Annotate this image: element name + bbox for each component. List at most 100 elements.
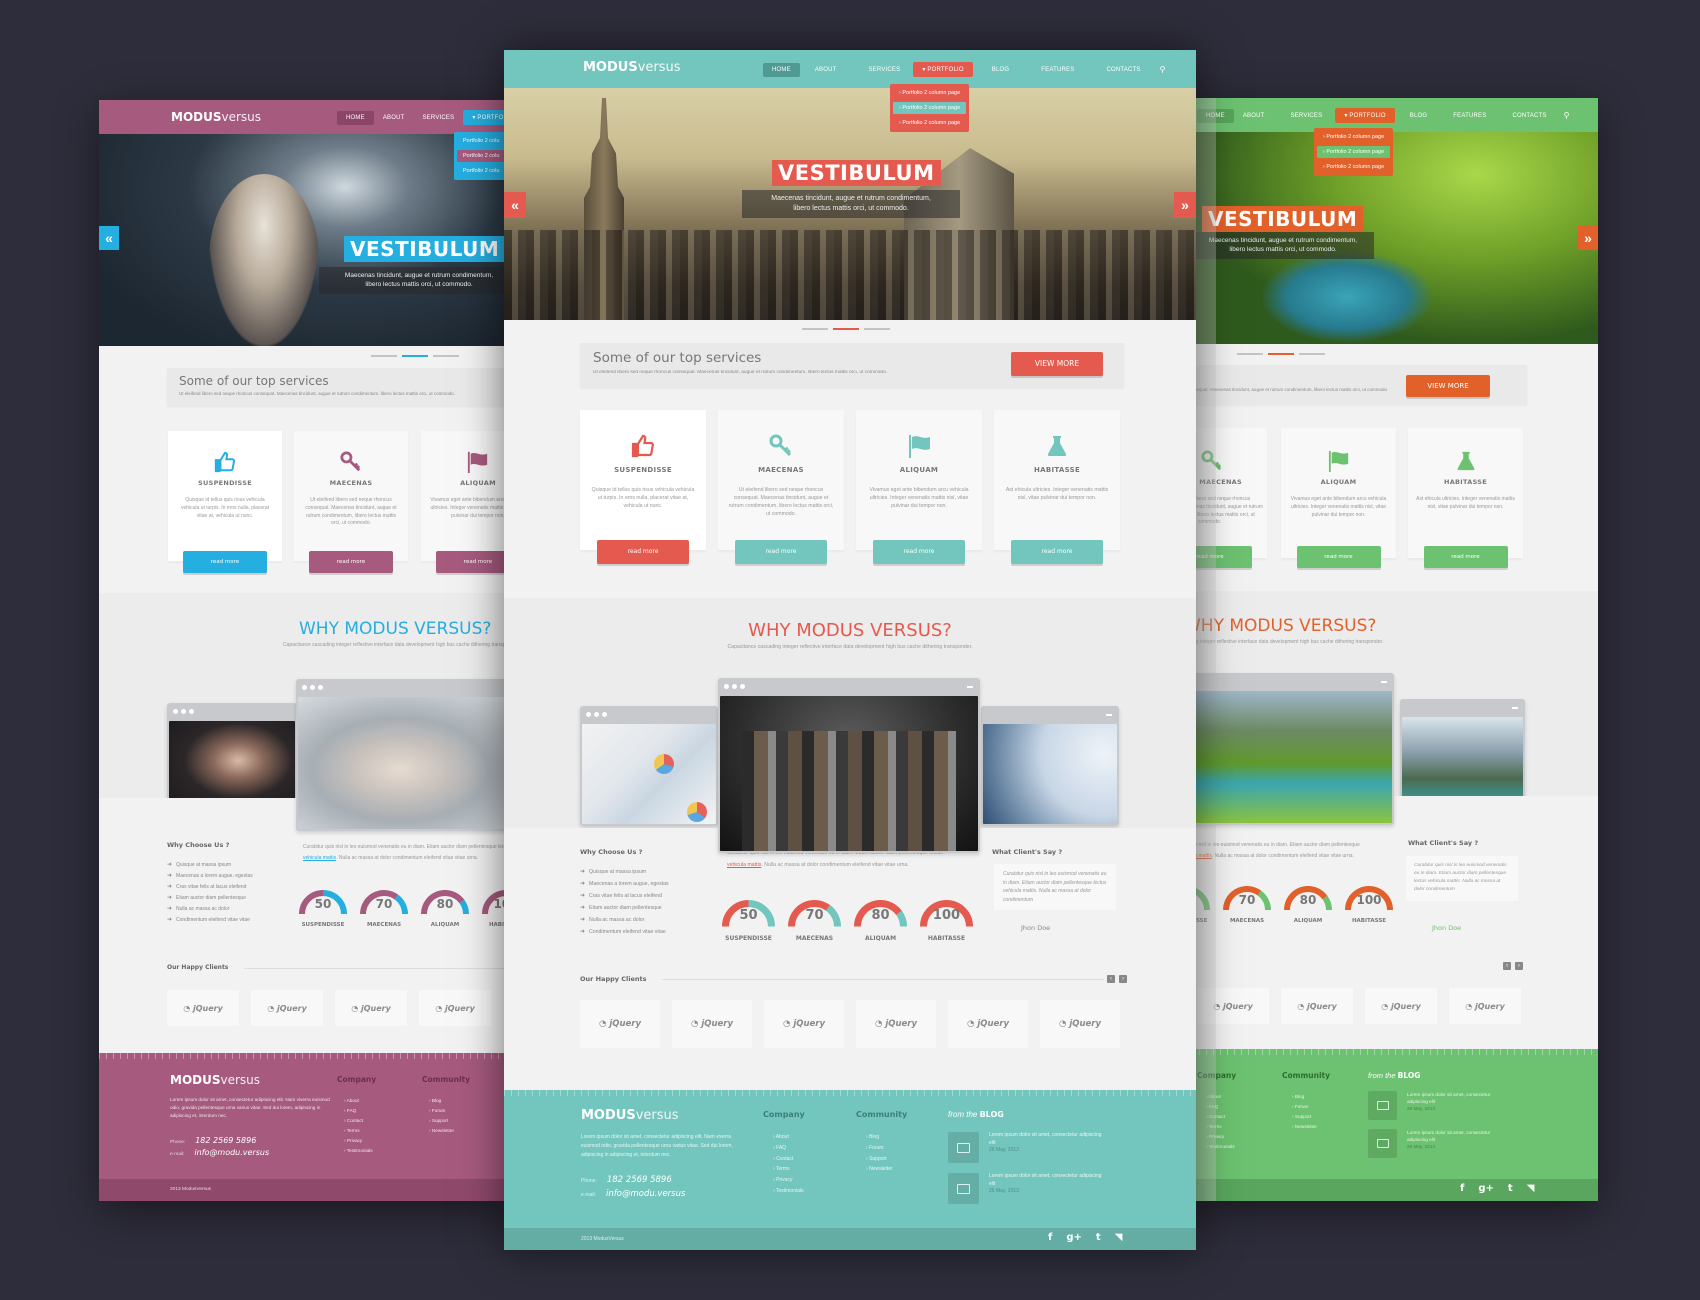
footer-link[interactable]: Support <box>1292 1112 1317 1122</box>
read-more-button[interactable]: read more <box>436 551 509 573</box>
nav-contacts[interactable]: CONTACTS <box>1503 109 1555 123</box>
logo[interactable]: MODUSversus <box>171 110 261 124</box>
nav-services[interactable]: SERVICES <box>859 63 909 77</box>
footer-link[interactable]: Support <box>866 1154 893 1165</box>
footer-link[interactable]: Blog <box>429 1096 454 1106</box>
clients-next-button[interactable]: › <box>1119 975 1127 983</box>
footer-email[interactable]: e-mail: info@modu.versus <box>581 1189 685 1199</box>
twitter-icon[interactable]: t <box>1508 1183 1513 1194</box>
client-logo[interactable]: ◔ jQuery <box>251 990 323 1026</box>
dropdown-item[interactable]: Portfolio 2 colu <box>457 135 506 147</box>
nav-contacts[interactable]: CONTACTS <box>1097 63 1149 77</box>
slider-next-button[interactable]: » <box>1174 192 1196 218</box>
nav-about[interactable]: ABOUT <box>374 111 414 125</box>
twitter-icon[interactable]: t <box>1096 1232 1101 1243</box>
search-icon[interactable]: ⚲ <box>1160 65 1166 74</box>
clients-prev-button[interactable]: ‹ <box>1107 975 1115 983</box>
slider-next-button[interactable]: » <box>1578 226 1598 250</box>
read-more-button[interactable]: read more <box>1296 546 1381 568</box>
nav-services[interactable]: SERVICES <box>413 111 463 125</box>
footer-link[interactable]: Support <box>429 1116 454 1126</box>
dropdown-item[interactable]: Portfolio 2 colu <box>457 150 506 162</box>
nav-features[interactable]: FEATURES <box>1444 109 1495 123</box>
nav-home[interactable]: HOME <box>337 110 374 125</box>
footer-link[interactable]: Terms <box>773 1164 803 1175</box>
footer-link[interactable]: Testimonials <box>344 1146 373 1156</box>
dropdown-item[interactable]: › Portfolio 2 column page <box>893 102 967 114</box>
footer-link[interactable]: Forum <box>866 1143 893 1154</box>
footer-link[interactable]: Terms <box>344 1126 373 1136</box>
client-logo[interactable]: ◔ jQuery <box>1449 988 1521 1024</box>
client-logo[interactable]: ◔ jQuery <box>335 990 407 1026</box>
slider-prev-button[interactable]: « <box>99 226 119 250</box>
client-logo[interactable]: ◔ jQuery <box>764 1000 844 1048</box>
logo[interactable]: MODUSversus <box>583 60 681 75</box>
intro-link[interactable]: vehicula mattis <box>303 855 336 861</box>
slide-dot[interactable] <box>371 355 397 357</box>
slide-dot-active[interactable] <box>402 355 428 357</box>
slide-dot-active[interactable] <box>1268 353 1294 355</box>
nav-home[interactable]: HOME <box>763 62 800 77</box>
footer-logo[interactable]: MODUSversus <box>170 1073 260 1087</box>
nav-about[interactable]: ABOUT <box>806 63 846 77</box>
dropdown-item[interactable]: › Portfolio 2 column page <box>893 87 967 99</box>
footer-logo[interactable]: MODUSversus <box>581 1108 679 1123</box>
slide-dot[interactable] <box>1237 353 1263 355</box>
footer-link[interactable]: Contact <box>344 1116 373 1126</box>
footer-link[interactable]: About <box>344 1096 373 1106</box>
footer-link[interactable]: Newsletter <box>429 1126 454 1136</box>
read-more-button[interactable]: read more <box>597 540 689 564</box>
read-more-button[interactable]: read more <box>735 540 827 564</box>
slide-dot[interactable] <box>433 355 459 357</box>
client-logo[interactable]: ◔ jQuery <box>948 1000 1028 1048</box>
footer-link[interactable]: FAQ <box>1206 1102 1235 1112</box>
footer-link[interactable]: Testimonials <box>1206 1142 1235 1152</box>
footer-link[interactable]: Forum <box>429 1106 454 1116</box>
client-logo[interactable]: ◔ jQuery <box>672 1000 752 1048</box>
client-logo[interactable]: ◔ jQuery <box>856 1000 936 1048</box>
read-more-button[interactable]: read more <box>1011 540 1103 564</box>
footer-link[interactable]: Newsletter <box>1292 1122 1317 1132</box>
slide-dot[interactable] <box>1299 353 1325 355</box>
footer-link[interactable]: Contact <box>773 1154 803 1165</box>
facebook-icon[interactable]: f <box>1460 1183 1464 1194</box>
read-more-button[interactable]: read more <box>1423 546 1508 568</box>
client-logo[interactable]: ◔ jQuery <box>1281 988 1353 1024</box>
footer-link[interactable]: FAQ <box>773 1143 803 1154</box>
client-logo[interactable]: ◔ jQuery <box>580 1000 660 1048</box>
view-more-button[interactable]: VIEW MORE <box>1011 352 1103 376</box>
slide-dot-active[interactable] <box>833 328 859 330</box>
blog-item[interactable]: Lorem ipsum dolor sit amet, consectetur … <box>948 1132 1104 1163</box>
rss-icon[interactable]: ◥ <box>1527 1183 1535 1194</box>
footer-link[interactable]: Newsletter <box>866 1164 893 1175</box>
footer-link[interactable]: Blog <box>1292 1092 1317 1102</box>
dropdown-item[interactable]: › Portfolio 2 column page <box>1317 161 1391 173</box>
footer-link[interactable]: Privacy <box>344 1136 373 1146</box>
google-plus-icon[interactable]: g+ <box>1066 1232 1082 1243</box>
nav-portfolio[interactable]: ▾ PORTFOLIO <box>1335 108 1395 123</box>
footer-link[interactable]: Blog <box>866 1132 893 1143</box>
dropdown-item[interactable]: Portfolio 2 colu <box>457 165 506 177</box>
client-logo[interactable]: ◔ jQuery <box>1040 1000 1120 1048</box>
nav-about[interactable]: ABOUT <box>1234 109 1274 123</box>
dropdown-item[interactable]: › Portfolio 2 column page <box>1317 146 1391 158</box>
footer-link[interactable]: Privacy <box>1206 1132 1235 1142</box>
footer-link[interactable]: About <box>1206 1092 1235 1102</box>
slider-prev-button[interactable]: « <box>504 192 526 218</box>
nav-features[interactable]: FEATURES <box>1032 63 1083 77</box>
blog-item[interactable]: Lorem ipsum dolor sit amet, consectetur … <box>948 1173 1104 1204</box>
footer-link[interactable]: Testimonials <box>773 1186 804 1197</box>
blog-item[interactable]: Lorem ipsum dolor sit amet, consectetur … <box>1368 1091 1512 1120</box>
client-logo[interactable]: ◔ jQuery <box>419 990 491 1026</box>
blog-item[interactable]: Lorem ipsum dolor sit amet, consectetur … <box>1368 1129 1512 1158</box>
google-plus-icon[interactable]: g+ <box>1478 1183 1494 1194</box>
view-more-button[interactable]: VIEW MORE <box>1406 375 1490 397</box>
client-logo[interactable]: ◔ jQuery <box>1197 988 1269 1024</box>
footer-link[interactable]: Privacy <box>773 1175 803 1186</box>
read-more-button[interactable]: read more <box>873 540 965 564</box>
nav-blog[interactable]: BLOG <box>1401 109 1436 123</box>
client-logo[interactable]: ◔ jQuery <box>1365 988 1437 1024</box>
footer-link[interactable]: Contact <box>1206 1112 1235 1122</box>
nav-blog[interactable]: BLOG <box>983 63 1018 77</box>
read-more-button[interactable]: read more <box>1192 546 1252 568</box>
